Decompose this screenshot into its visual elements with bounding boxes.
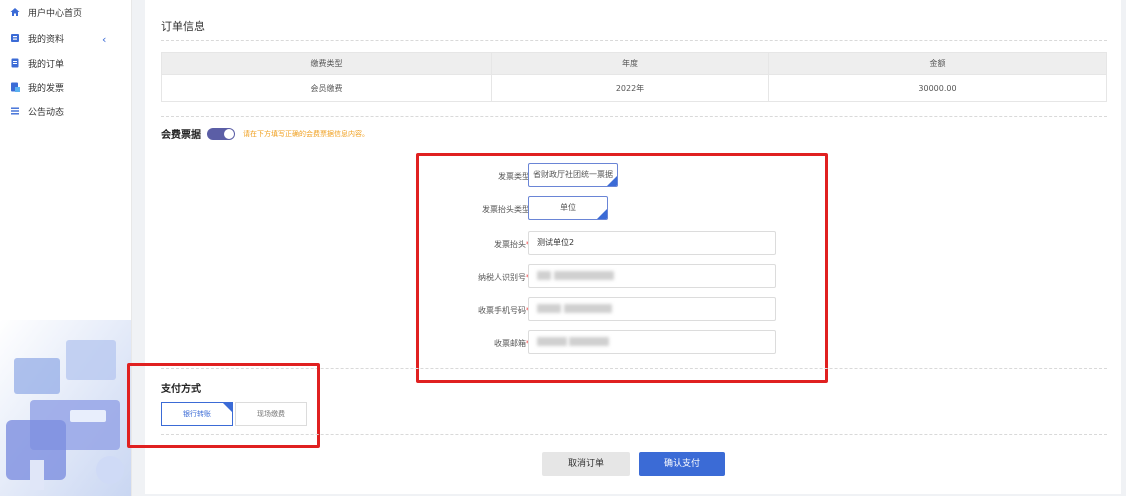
sidebar: 用户中心首页 我的资料 ‹ 我的订单 我的发票 公告动态 [0,0,132,496]
table-cell: 30000.00 [768,74,1107,102]
fee-receipt-toggle[interactable] [207,127,235,140]
highlight-box-payment [127,363,320,448]
column-header: 年度 [491,52,769,75]
column-header: 金额 [768,52,1107,75]
highlight-box-invoice-form [416,153,828,383]
fee-receipt-hint: 请在下方填写正确的会费票据信息内容。 [243,129,369,138]
sidebar-item-profile[interactable]: 我的资料 [10,30,64,46]
sidebar-item-label: 公告动态 [28,107,65,118]
table-cell: 会员缴费 [161,74,492,102]
confirm-payment-button[interactable]: 确认支付 [639,452,725,476]
menu-icon [10,106,20,116]
toggle-knob [224,128,234,139]
sidebar-item-orders[interactable]: 我的订单 [10,55,64,71]
sidebar-item-label: 我的资料 [28,34,65,45]
invoice-icon [10,82,20,92]
home-icon [10,7,20,17]
fee-receipt-title: 会费票据 [161,130,201,141]
sidebar-item-label: 用户中心首页 [28,8,83,19]
order-table: 缴费类型 年度 金额 会员缴费 2022年 30000.00 [161,52,1107,102]
column-header: 缴费类型 [161,52,492,75]
sidebar-item-label: 我的发票 [28,83,65,94]
collapse-chevron-icon[interactable]: ‹ [102,33,106,46]
order-icon [10,58,20,68]
sidebar-item-home[interactable]: 用户中心首页 [10,4,82,20]
sidebar-item-announcements[interactable]: 公告动态 [10,103,64,119]
table-header-row: 缴费类型 年度 金额 [161,52,1107,75]
divider [161,116,1107,117]
order-info-title: 订单信息 [161,20,205,33]
cancel-order-button[interactable]: 取消订单 [542,452,630,476]
sidebar-item-label: 我的订单 [28,59,65,70]
table-cell: 2022年 [491,74,769,102]
fee-receipt-row: 会费票据 请在下方填写正确的会费票据信息内容。 [161,126,369,141]
sidebar-item-invoices[interactable]: 我的发票 [10,79,64,95]
profile-icon [10,33,20,43]
table-row: 会员缴费 2022年 30000.00 [161,74,1107,102]
main-panel: 订单信息 缴费类型 年度 金额 会员缴费 2022年 30000.00 会费票据… [127,0,1121,494]
decorative-illustration [0,320,131,496]
divider [161,40,1107,41]
divider [161,434,1107,435]
